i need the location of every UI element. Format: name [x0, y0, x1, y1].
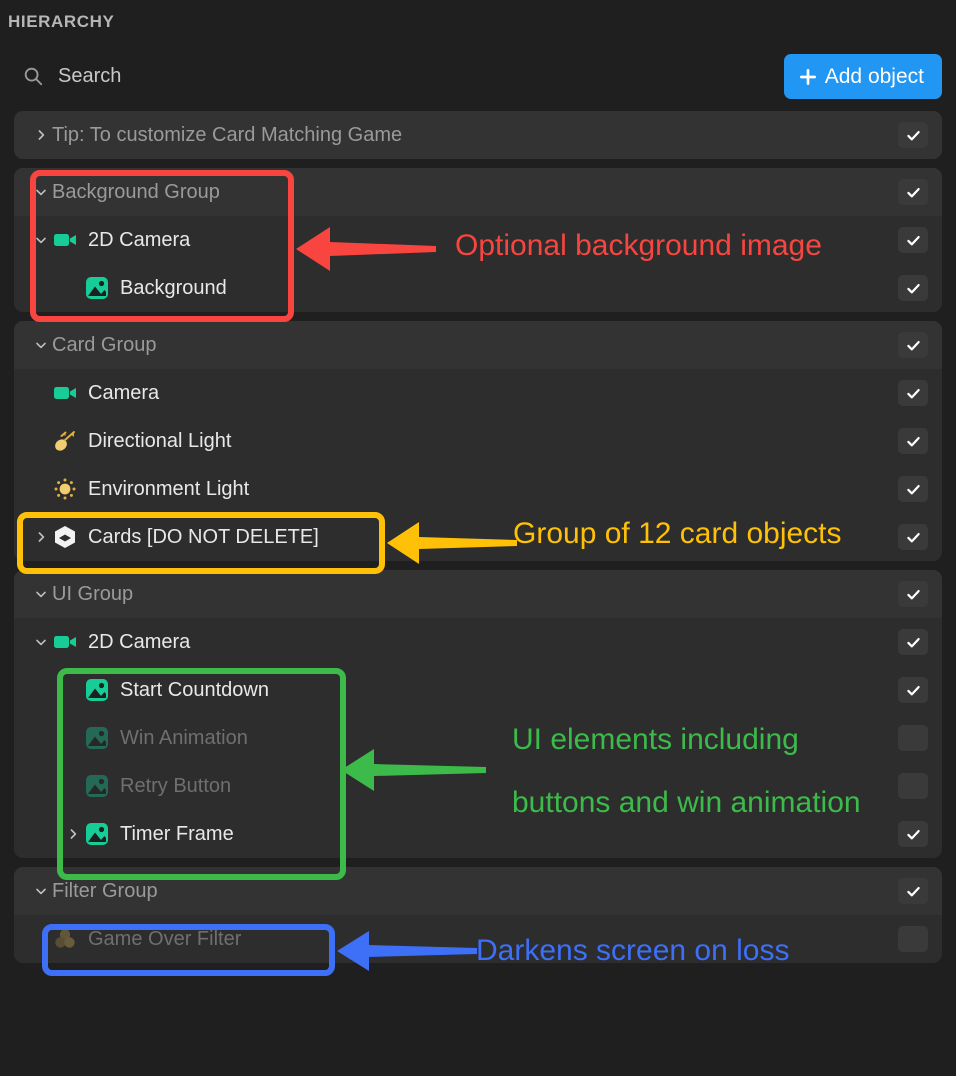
cube-icon	[52, 524, 78, 550]
tree-row-label: Environment Light	[88, 477, 250, 500]
filter-group: Filter Group Game Over Filter	[14, 867, 942, 963]
tree-row-label: Win Animation	[120, 726, 248, 749]
visibility-checkbox[interactable]	[898, 380, 928, 406]
visibility-checkbox[interactable]	[898, 476, 928, 502]
visibility-checkbox[interactable]	[898, 428, 928, 454]
chevron-right-icon[interactable]	[62, 810, 84, 858]
visibility-checkbox[interactable]	[898, 179, 928, 205]
tree-row-label: Timer Frame	[120, 822, 234, 845]
search-icon	[22, 65, 44, 87]
visibility-checkbox[interactable]	[898, 629, 928, 655]
visibility-checkbox[interactable]	[898, 122, 928, 148]
tree-row[interactable]: Environment Light	[14, 465, 942, 513]
visibility-checkbox[interactable]	[898, 773, 928, 799]
chevron-down-icon[interactable]	[30, 867, 52, 915]
tree-row-label: Tip: To customize Card Matching Game	[52, 123, 403, 146]
tree-row-label: Retry Button	[120, 774, 232, 797]
tree-row[interactable]: Directional Light	[14, 417, 942, 465]
tree-row[interactable]: Win Animation	[14, 714, 942, 762]
tree-row-label: Cards [DO NOT DELETE]	[88, 525, 319, 548]
tip-group: Tip: To customize Card Matching Game	[14, 111, 942, 159]
visibility-checkbox[interactable]	[898, 725, 928, 751]
visibility-checkbox[interactable]	[898, 677, 928, 703]
tree-row[interactable]: UI Group	[14, 570, 942, 618]
hierarchy-panel: HIERARCHY Search Add object Tip: To cust…	[0, 0, 956, 1076]
tree-row-label: 2D Camera	[88, 228, 191, 251]
visibility-checkbox[interactable]	[898, 821, 928, 847]
ui-group: UI Group 2D Camera Start Countdown Win Anim…	[14, 570, 942, 858]
tree-row[interactable]: Camera	[14, 369, 942, 417]
tree-row-label: Background Group	[52, 180, 220, 203]
image-icon	[84, 773, 110, 799]
tree-row-label: UI Group	[52, 582, 134, 605]
camera-icon	[52, 629, 78, 655]
chevron-down-icon[interactable]	[30, 168, 52, 216]
plus-icon	[798, 67, 818, 87]
card-group: Card Group Camera Directional Light Environ…	[14, 321, 942, 561]
visibility-checkbox[interactable]	[898, 227, 928, 253]
tree-row-label: 2D Camera	[88, 630, 191, 653]
tree-row-label: Background	[120, 276, 227, 299]
tree-row[interactable]: Start Countdown	[14, 666, 942, 714]
tree-row[interactable]: 2D Camera	[14, 618, 942, 666]
chevron-down-icon[interactable]	[30, 216, 52, 264]
tree-row[interactable]: Background	[14, 264, 942, 312]
tree-row[interactable]: Filter Group	[14, 867, 942, 915]
chevron-down-icon[interactable]	[30, 321, 52, 369]
tree-row-label: Directional Light	[88, 429, 232, 452]
image-icon	[84, 725, 110, 751]
tree-row[interactable]: Game Over Filter	[14, 915, 942, 963]
image-icon	[84, 821, 110, 847]
tree-row-label: Camera	[88, 381, 160, 404]
visibility-checkbox[interactable]	[898, 878, 928, 904]
tree-row-label: Game Over Filter	[88, 927, 242, 950]
directional-light-icon	[52, 428, 78, 454]
tree-row-label: Filter Group	[52, 879, 158, 902]
chevron-down-icon[interactable]	[30, 618, 52, 666]
hierarchy-tree: Tip: To customize Card Matching Game Back…	[0, 111, 956, 972]
tree-row[interactable]: 2D Camera	[14, 216, 942, 264]
visibility-checkbox[interactable]	[898, 524, 928, 550]
tree-row[interactable]: Card Group	[14, 321, 942, 369]
environment-light-icon	[52, 476, 78, 502]
chevron-down-icon[interactable]	[30, 570, 52, 618]
visibility-checkbox[interactable]	[898, 275, 928, 301]
image-icon	[84, 677, 110, 703]
tree-row[interactable]: Tip: To customize Card Matching Game	[14, 111, 942, 159]
chevron-right-icon[interactable]	[30, 513, 52, 561]
tree-row[interactable]: Retry Button	[14, 762, 942, 810]
tree-row[interactable]: Cards [DO NOT DELETE]	[14, 513, 942, 561]
tree-row[interactable]: Background Group	[14, 168, 942, 216]
visibility-checkbox[interactable]	[898, 581, 928, 607]
image-icon	[84, 275, 110, 301]
chevron-right-icon[interactable]	[30, 111, 52, 159]
camera-icon	[52, 227, 78, 253]
filter-circles-icon	[52, 926, 78, 952]
page-title: HIERARCHY	[8, 12, 115, 31]
tree-row[interactable]: Timer Frame	[14, 810, 942, 858]
visibility-checkbox[interactable]	[898, 332, 928, 358]
add-object-label: Add object	[824, 64, 924, 88]
visibility-checkbox[interactable]	[898, 926, 928, 952]
add-object-button[interactable]: Add object	[783, 54, 942, 99]
tree-row-label: Start Countdown	[120, 678, 269, 701]
background-group: Background Group 2D Camera Background	[14, 168, 942, 312]
camera-icon	[52, 380, 78, 406]
search-placeholder: Search	[58, 64, 122, 87]
search-input[interactable]: Search	[0, 52, 740, 100]
tree-row-label: Card Group	[52, 333, 157, 356]
